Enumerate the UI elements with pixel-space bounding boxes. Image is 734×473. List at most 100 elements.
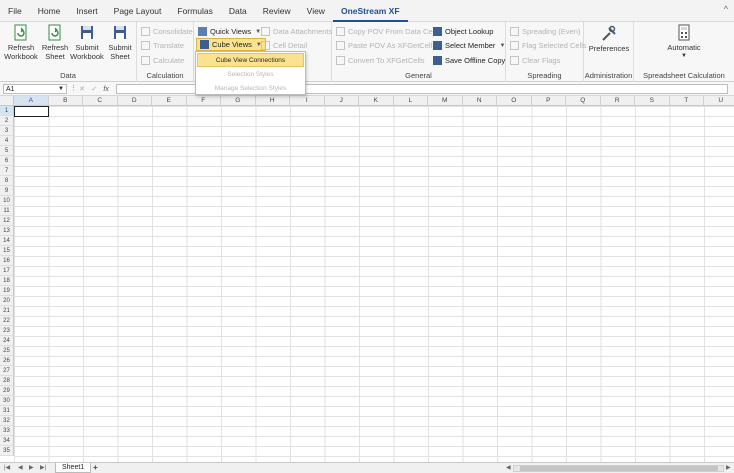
row-header[interactable]: 11 — [0, 206, 14, 216]
manage-selection-styles-item[interactable]: Manage Selection Styles — [196, 82, 305, 96]
save-offline-button[interactable]: Save Offline Copy — [433, 54, 505, 67]
spreadsheet-grid[interactable]: ABCDEFGHIJKLMNOPQRSTU 1 2 3 4 5 6 7 8 9 10 11 12 13 1… — [0, 96, 734, 462]
cube-views-button[interactable]: Cube Views ▼ — [196, 38, 266, 51]
collapse-ribbon-icon[interactable]: ^ — [724, 4, 728, 14]
translate-button[interactable]: Translate — [141, 39, 184, 52]
refresh-workbook-button[interactable]: Refresh Workbook — [4, 24, 38, 61]
row-header[interactable]: 8 — [0, 176, 14, 186]
name-box-chevron-down-icon[interactable]: ▼ — [58, 85, 64, 94]
tab-review[interactable]: Review — [255, 0, 299, 22]
row-header[interactable]: 26 — [0, 356, 14, 366]
quick-views-button[interactable]: Quick Views ▼ — [198, 25, 261, 38]
tab-onestream-xf[interactable]: OneStream XF — [332, 0, 408, 22]
column-header[interactable]: M — [428, 96, 463, 106]
row-header[interactable]: 14 — [0, 236, 14, 246]
consolidate-button[interactable]: Consolidate — [141, 25, 193, 38]
row-header[interactable]: 31 — [0, 406, 14, 416]
row-header[interactable]: 13 — [0, 226, 14, 236]
column-header[interactable]: F — [186, 96, 221, 106]
row-header[interactable]: 21 — [0, 306, 14, 316]
row-header[interactable]: 7 — [0, 166, 14, 176]
row-header[interactable]: 27 — [0, 366, 14, 376]
row-header[interactable]: 28 — [0, 376, 14, 386]
tab-file[interactable]: File — [0, 0, 30, 22]
cube-view-connections-item[interactable]: Cube View Connections — [197, 53, 304, 67]
cell-area[interactable] — [14, 106, 734, 462]
row-header[interactable]: 34 — [0, 436, 14, 446]
first-sheet-icon[interactable]: |◀ — [4, 464, 10, 471]
cancel-entry-icon[interactable]: ✕ — [79, 85, 85, 93]
scroll-right-icon[interactable]: ▶ — [726, 464, 731, 471]
confirm-entry-icon[interactable]: ✓ — [91, 85, 97, 93]
row-header[interactable]: 1 — [0, 106, 14, 116]
row-header[interactable]: 16 — [0, 256, 14, 266]
column-header[interactable]: T — [669, 96, 704, 106]
row-header[interactable]: 3 — [0, 126, 14, 136]
horizontal-scrollbar[interactable] — [513, 465, 724, 472]
column-header[interactable]: N — [462, 96, 497, 106]
row-header[interactable]: 6 — [0, 156, 14, 166]
row-header[interactable]: 10 — [0, 196, 14, 206]
column-header[interactable]: D — [117, 96, 152, 106]
tab-home[interactable]: Home — [30, 0, 69, 22]
column-header[interactable]: P — [531, 96, 566, 106]
active-cell[interactable] — [14, 106, 49, 117]
column-header[interactable]: A — [14, 96, 49, 106]
column-header[interactable]: U — [704, 96, 734, 106]
automatic-button[interactable]: Automatic ▼ — [658, 24, 710, 61]
select-member-button[interactable]: Select Member ▼ — [433, 39, 505, 52]
row-header[interactable]: 2 — [0, 116, 14, 126]
spreading-button[interactable]: Spreading (Even) — [510, 25, 580, 38]
clear-flags-button[interactable]: Clear Flags — [510, 54, 560, 67]
column-header[interactable]: L — [393, 96, 428, 106]
column-header[interactable]: E — [152, 96, 187, 106]
scroll-left-icon[interactable]: ◀ — [506, 464, 511, 471]
tab-view[interactable]: View — [299, 0, 333, 22]
column-header[interactable]: S — [635, 96, 670, 106]
tab-insert[interactable]: Insert — [68, 0, 105, 22]
prev-sheet-icon[interactable]: ◀ — [18, 464, 23, 471]
row-header[interactable]: 35 — [0, 446, 14, 456]
calculate-button[interactable]: Calculate — [141, 54, 184, 67]
row-header[interactable]: 17 — [0, 266, 14, 276]
paste-pov-button[interactable]: Paste POV As XFGetCell — [336, 39, 432, 52]
select-all-corner[interactable] — [0, 96, 14, 106]
row-header[interactable]: 24 — [0, 336, 14, 346]
column-header[interactable]: Q — [566, 96, 601, 106]
horizontal-scroll-thumb[interactable] — [520, 466, 718, 471]
column-header[interactable]: C — [83, 96, 118, 106]
row-header[interactable]: 33 — [0, 426, 14, 436]
name-box[interactable]: A1 ▼ — [3, 84, 67, 94]
column-header[interactable]: O — [497, 96, 532, 106]
submit-workbook-button[interactable]: Submit Workbook — [70, 24, 104, 61]
column-header[interactable]: B — [48, 96, 83, 106]
row-header[interactable]: 22 — [0, 316, 14, 326]
preferences-button[interactable]: Preferences — [587, 25, 631, 53]
row-header[interactable]: 30 — [0, 396, 14, 406]
row-header[interactable]: 9 — [0, 186, 14, 196]
row-header[interactable]: 18 — [0, 276, 14, 286]
add-sheet-button[interactable]: + — [93, 463, 98, 472]
refresh-sheet-button[interactable]: Refresh Sheet — [38, 24, 72, 61]
row-header[interactable]: 19 — [0, 286, 14, 296]
row-header[interactable]: 5 — [0, 146, 14, 156]
flag-cells-button[interactable]: Flag Selected Cells — [510, 39, 587, 52]
column-header[interactable]: R — [600, 96, 635, 106]
convert-button[interactable]: Convert To XFGetCells — [336, 54, 425, 67]
next-sheet-icon[interactable]: ▶ — [29, 464, 34, 471]
tab-data[interactable]: Data — [221, 0, 255, 22]
row-header[interactable]: 12 — [0, 216, 14, 226]
column-header[interactable]: I — [290, 96, 325, 106]
tab-formulas[interactable]: Formulas — [169, 0, 220, 22]
last-sheet-icon[interactable]: ▶| — [40, 464, 46, 471]
column-header[interactable]: G — [221, 96, 256, 106]
row-header[interactable]: 15 — [0, 246, 14, 256]
tab-page-layout[interactable]: Page Layout — [106, 0, 170, 22]
data-attachments-button[interactable]: Data Attachments — [261, 25, 332, 38]
insert-function-icon[interactable]: fx — [103, 86, 108, 93]
row-header[interactable]: 25 — [0, 346, 14, 356]
row-header[interactable]: 4 — [0, 136, 14, 146]
submit-sheet-button[interactable]: Submit Sheet — [103, 24, 137, 61]
column-header[interactable]: J — [324, 96, 359, 106]
row-header[interactable]: 29 — [0, 386, 14, 396]
